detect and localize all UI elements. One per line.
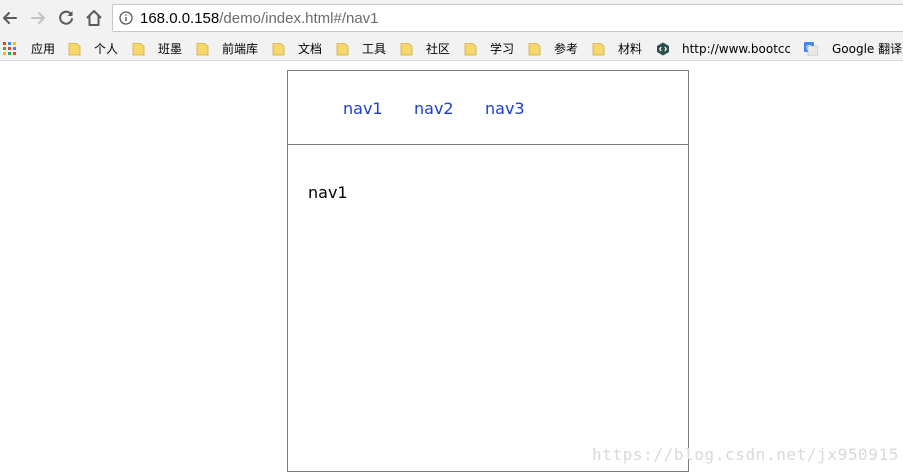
bookmark-google-translate[interactable]: G Google 翻译: [804, 39, 902, 58]
bootcdn-icon: [656, 42, 670, 56]
bookmark-label: 参考: [554, 42, 579, 56]
forward-button[interactable]: [28, 8, 48, 28]
bookmark-folder-personal[interactable]: 个人: [68, 39, 118, 58]
folder-icon: [464, 42, 478, 56]
folder-icon: [592, 42, 606, 56]
bookmark-label: 个人: [94, 42, 119, 56]
bookmark-bootcdn[interactable]: http://www.bootcc: [656, 39, 790, 58]
home-button[interactable]: [84, 8, 104, 28]
bookmark-label: Google 翻译: [832, 42, 903, 56]
bookmark-label: 班墨: [158, 42, 183, 56]
nav-link-nav3[interactable]: nav3: [485, 100, 525, 118]
url-host: 168.0.0.158: [140, 10, 220, 27]
back-button[interactable]: [0, 8, 20, 28]
bookmark-label: 应用: [31, 42, 56, 56]
bookmark-label: 前端库: [222, 42, 259, 56]
bookmark-folder-frontend[interactable]: 前端库: [196, 39, 258, 58]
url-path: /demo/index.html#/nav1: [219, 10, 379, 27]
reload-icon: [59, 10, 73, 25]
address-bar[interactable]: 168.0.0.158/demo/index.html#/nav1: [112, 4, 903, 32]
bookmark-folder-learning[interactable]: 学习: [464, 39, 514, 58]
bookmark-folder-reference[interactable]: 参考: [528, 39, 578, 58]
arrow-left-icon: [3, 12, 17, 24]
bookmark-folder-banmo[interactable]: 班墨: [132, 39, 182, 58]
info-icon[interactable]: [119, 11, 133, 25]
bookmark-label: 材料: [618, 42, 643, 56]
reload-button[interactable]: [56, 8, 76, 28]
folder-icon: [400, 42, 414, 56]
folder-icon: [336, 42, 350, 56]
nav-link-nav2[interactable]: nav2: [414, 100, 454, 118]
nav-link-nav1[interactable]: nav1: [343, 100, 383, 118]
folder-icon: [132, 42, 146, 56]
folder-icon: [272, 42, 286, 56]
url-text[interactable]: 168.0.0.158/demo/index.html#/nav1: [140, 10, 379, 28]
route-nav: nav1 nav2 nav3: [288, 71, 688, 145]
home-icon: [86, 10, 102, 26]
bookmark-label: 学习: [490, 42, 515, 56]
bookmark-folder-materials[interactable]: 材料: [592, 39, 642, 58]
bookmark-apps[interactable]: 应用: [3, 39, 55, 58]
bookmark-folder-tools[interactable]: 工具: [336, 39, 386, 58]
folder-icon: [528, 42, 542, 56]
bookmark-folder-docs[interactable]: 文档: [272, 39, 322, 58]
bookmark-label: 社区: [426, 42, 451, 56]
bookmark-folder-community[interactable]: 社区: [400, 39, 450, 58]
google-translate-icon: G: [804, 41, 818, 56]
folder-icon: [196, 42, 210, 56]
router-view-content: nav1: [308, 183, 348, 202]
bookmark-label: 工具: [362, 42, 387, 56]
bookmarks-bar: 应用 个人 班墨 前端库 文档 工具 社区 学习 参考 材料 http://ww…: [0, 36, 903, 61]
svg-text:G: G: [806, 44, 811, 52]
arrow-right-icon: [31, 12, 45, 24]
demo-container: nav1 nav2 nav3 nav1: [287, 70, 689, 472]
apps-grid-icon: [3, 41, 17, 56]
folder-icon: [68, 42, 82, 56]
csdn-watermark: https://blog.csdn.net/jx950915: [592, 445, 899, 464]
bookmark-label: 文档: [298, 42, 323, 56]
browser-toolbar: 168.0.0.158/demo/index.html#/nav1: [0, 0, 903, 36]
bookmark-label: http://www.bootcc: [682, 41, 790, 56]
